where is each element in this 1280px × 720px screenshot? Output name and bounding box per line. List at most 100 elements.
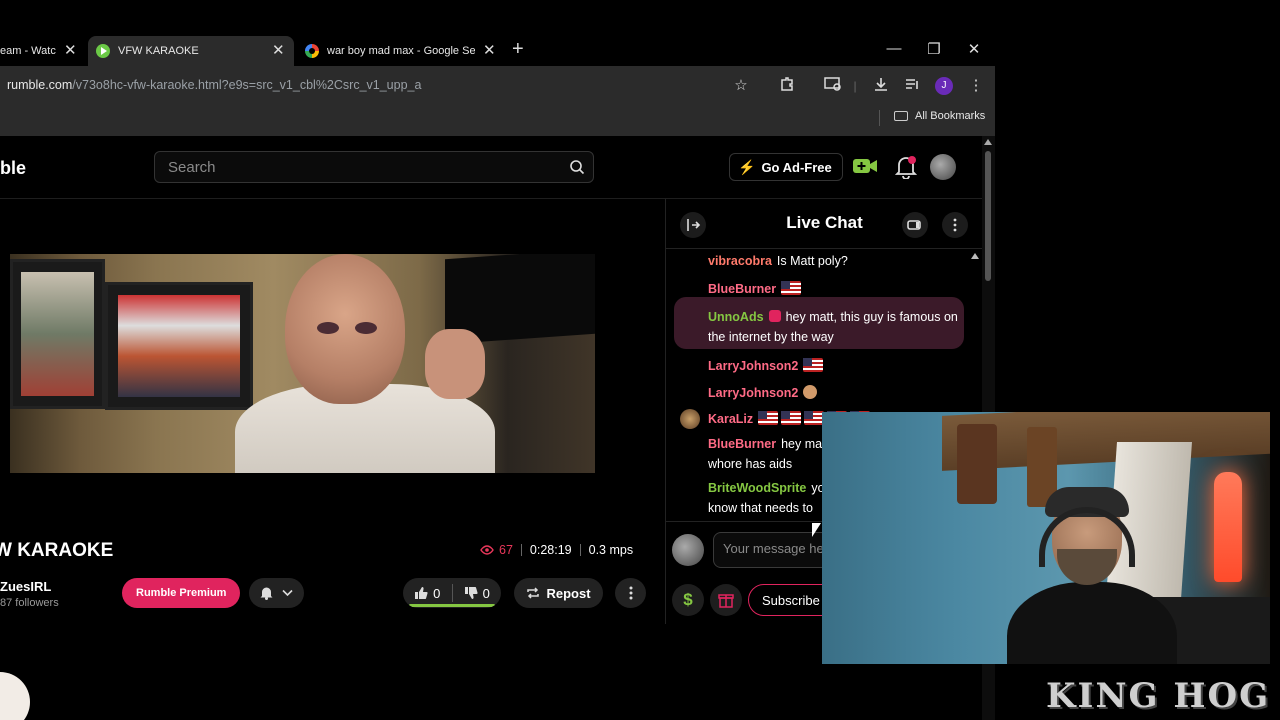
bell-icon [260, 587, 273, 600]
stats-divider [520, 544, 522, 556]
channel-notifications-button[interactable] [249, 578, 304, 608]
kebab-menu-icon[interactable]: ⋮ [966, 76, 986, 96]
mouse-cursor-icon [812, 523, 821, 537]
go-ad-free-button[interactable]: ⚡ Go Ad-Free [729, 153, 843, 181]
rumble-favicon-icon [96, 44, 110, 58]
eye-icon [480, 545, 494, 555]
viewer-count: 67 [480, 543, 513, 557]
my-avatar [672, 534, 704, 566]
chat-username[interactable]: KaraLiz [708, 412, 753, 426]
bookmark-star-icon[interactable]: ☆ [731, 76, 751, 96]
new-tab-icon[interactable]: + [512, 38, 524, 61]
go-live-camera-icon[interactable] [852, 157, 878, 180]
us-flag-icon [781, 281, 802, 295]
chat-username[interactable]: BlueBurner [708, 282, 776, 296]
us-flag-icon [803, 358, 824, 372]
tab-title: war boy mad max - Google Sea [327, 45, 475, 57]
face-emoji-icon [803, 385, 818, 399]
bookmarks-divider [879, 110, 880, 126]
browser-toolbar: rumble.com/v73o8hc-vfw-karaoke.html?e9s=… [0, 66, 995, 136]
chat-text: Is Matt poly? [776, 254, 848, 268]
dislike-count: 0 [482, 585, 490, 601]
minimize-icon[interactable]: — [884, 40, 904, 57]
tab-previous[interactable]: eam - Watc ✕ [0, 36, 85, 66]
media-controls-icon[interactable] [902, 76, 922, 96]
popout-chat-button[interactable] [902, 212, 928, 238]
gift-button[interactable] [710, 584, 742, 616]
chat-message: UnnoAds hey matt, this guy is famous on t… [708, 307, 963, 347]
chat-options-button[interactable] [942, 212, 968, 238]
restore-icon[interactable]: ❐ [924, 40, 944, 58]
viewer-count-value: 67 [499, 543, 513, 557]
close-tab-icon[interactable]: ✕ [272, 41, 285, 59]
tab-vfw-karaoke[interactable]: VFW KARAOKE ✕ [88, 36, 294, 66]
chat-username[interactable]: LarryJohnson2 [708, 386, 798, 400]
dislike-button[interactable]: 0 [452, 586, 501, 601]
chat-message: LarryJohnson2 [708, 356, 963, 376]
watermark-logo: KING HOG [1046, 676, 1271, 716]
rumble-logo[interactable]: ble [0, 158, 26, 179]
streamer-video-image [235, 254, 495, 473]
video-stats: 67 0:28:19 0.3 mps [480, 543, 633, 557]
download-icon[interactable] [871, 76, 891, 96]
webcam-overlay [822, 412, 1270, 664]
supporter-badge-icon [768, 310, 781, 322]
search-icon[interactable] [569, 159, 585, 180]
chat-message: LarryJohnson2 [708, 383, 963, 403]
repost-button[interactable]: Repost [514, 578, 603, 608]
like-ratio-fill [409, 604, 495, 607]
chat-text: hey ma [781, 437, 823, 451]
repost-label: Repost [546, 585, 591, 601]
popout-icon [907, 220, 921, 230]
tab-google-search[interactable]: war boy mad max - Google Sea ✕ [305, 36, 503, 66]
chat-text: whore has aids [708, 457, 793, 471]
wall-frame-image [105, 282, 253, 410]
rant-dollar-button[interactable]: $ [672, 584, 704, 616]
search-input[interactable] [168, 159, 548, 176]
thumbs-up-icon [415, 587, 428, 599]
profile-avatar[interactable]: J [935, 77, 953, 95]
search-box [154, 151, 594, 183]
wall-frame-image [10, 259, 105, 409]
thumbs-down-icon [464, 587, 478, 599]
chat-username[interactable]: UnnoAds [708, 310, 764, 324]
folder-icon [894, 111, 908, 121]
us-flag-icon [781, 411, 802, 425]
more-vertical-icon [629, 586, 632, 600]
chat-username[interactable]: BlueBurner [708, 437, 776, 451]
close-window-icon[interactable]: ✕ [964, 40, 984, 58]
chat-user-avatar [680, 409, 700, 429]
close-tab-icon[interactable]: ✕ [483, 41, 496, 59]
url-host: rumble.com [7, 78, 73, 92]
like-button[interactable]: 0 [403, 586, 452, 601]
extensions-icon[interactable] [777, 76, 797, 96]
close-tab-icon[interactable]: ✕ [64, 41, 77, 59]
us-flag-icon [758, 411, 779, 425]
repost-icon [527, 587, 540, 599]
more-options-button[interactable] [615, 578, 646, 608]
chat-username[interactable]: vibracobra [708, 254, 772, 268]
toolbar-divider: | [853, 79, 857, 93]
chat-username[interactable]: BriteWoodSprite [708, 481, 806, 495]
webcam-streamer-image [1007, 487, 1177, 664]
rumble-premium-button[interactable]: Rumble Premium [122, 578, 241, 608]
chevron-down-icon [282, 589, 293, 597]
google-favicon-icon [305, 44, 319, 58]
gift-icon [718, 594, 734, 608]
vote-buttons: 0 0 [403, 578, 501, 608]
address-bar[interactable]: rumble.com/v73o8hc-vfw-karaoke.html?e9s=… [7, 78, 421, 92]
stats-divider [579, 544, 581, 556]
cast-icon[interactable] [823, 76, 843, 96]
chat-message: BlueBurner [708, 279, 963, 299]
live-chat-title: Live Chat [786, 213, 863, 232]
tab-title: VFW KARAOKE [118, 45, 199, 57]
user-avatar[interactable] [930, 154, 956, 180]
more-vertical-icon [953, 218, 957, 232]
channel-name[interactable]: ZuesIRL [0, 579, 51, 594]
notifications-bell-icon[interactable] [894, 155, 918, 184]
chat-message: vibracobra Is Matt poly? [708, 251, 963, 271]
chat-username[interactable]: LarryJohnson2 [708, 359, 798, 373]
video-player[interactable] [10, 254, 595, 473]
all-bookmarks-button[interactable]: All Bookmarks [894, 110, 985, 122]
follower-count: 87 followers [0, 597, 59, 609]
